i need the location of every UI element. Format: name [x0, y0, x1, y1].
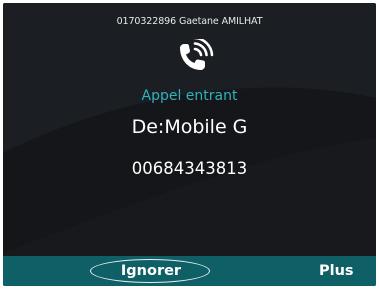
- caller-name: De:Mobile G: [131, 116, 248, 138]
- ignore-highlight-oval: [90, 259, 210, 283]
- caller-number: 00684343813: [131, 159, 248, 178]
- more-softkey-label: Plus: [319, 263, 354, 279]
- line-identity: 0170322896 Gaetane AMILHAT: [116, 16, 263, 27]
- phone-screen: 0170322896 Gaetane AMILHAT Appel entrant…: [3, 3, 376, 286]
- incoming-call-phone-icon: [180, 39, 214, 70]
- softkey-bar: Ignorer Plus: [3, 256, 376, 286]
- ignore-softkey[interactable]: Ignorer: [90, 256, 212, 286]
- call-state-label: Appel entrant: [141, 88, 238, 104]
- more-softkey[interactable]: Plus: [319, 256, 365, 286]
